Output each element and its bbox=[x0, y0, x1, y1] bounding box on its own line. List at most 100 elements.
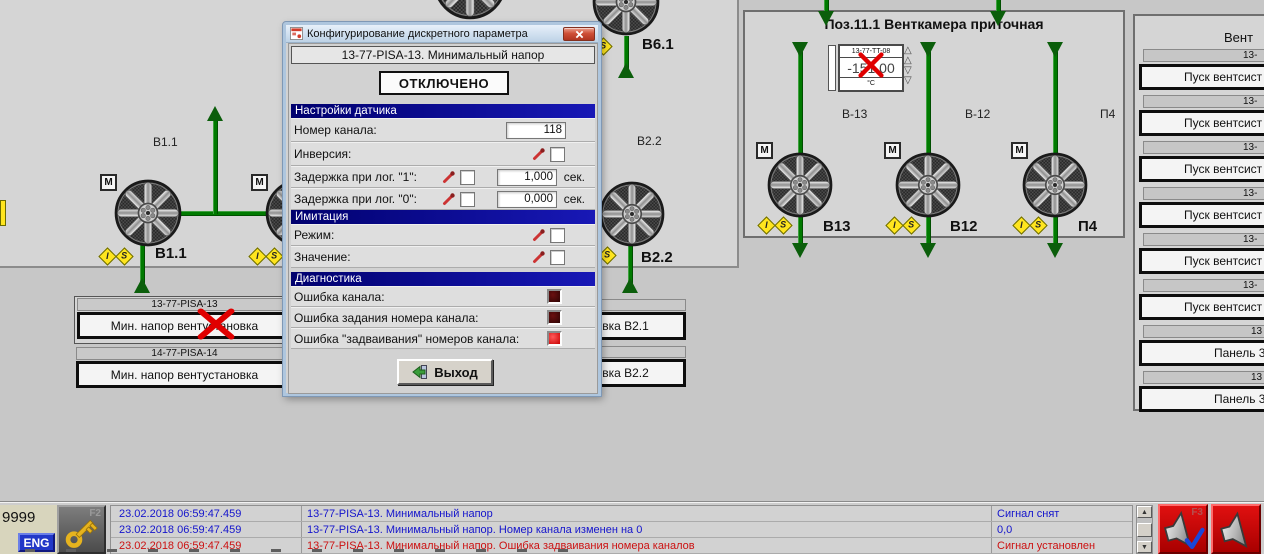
button-label: Пуск вентсист bbox=[1184, 116, 1262, 130]
fan-label-v13: В13 bbox=[823, 218, 851, 235]
close-button[interactable] bbox=[563, 27, 595, 41]
edit-tool-icon[interactable] bbox=[442, 192, 456, 206]
start-ventsystem-button[interactable]: Пуск вентсист bbox=[1139, 156, 1264, 182]
key-access-button[interactable]: F2 bbox=[57, 505, 106, 554]
channel-assignment-error-label: Ошибка задания номера канала: bbox=[294, 311, 547, 325]
flow-arrow-up-icon bbox=[618, 63, 634, 78]
start-ventsystem-button[interactable]: Пуск вентсист bbox=[1139, 202, 1264, 228]
channel-number-row: Номер канала: bbox=[291, 118, 595, 142]
channel-number-input[interactable] bbox=[506, 122, 566, 139]
mode-checkbox[interactable] bbox=[550, 228, 565, 243]
pisa-b22-button-label: вка B2.2 bbox=[602, 366, 649, 380]
exit-icon bbox=[412, 364, 428, 380]
fan-label-p4: П4 bbox=[1078, 218, 1097, 235]
fan-b1-1[interactable] bbox=[114, 179, 182, 247]
signal-indicator[interactable]: S bbox=[598, 246, 616, 264]
motor-box[interactable]: M bbox=[251, 174, 268, 191]
flow-arrow-up-icon bbox=[207, 106, 223, 121]
event-log-row[interactable]: 23.02.2018 06:59:47.459 13-77-PISA-13. М… bbox=[111, 506, 1132, 522]
pisa-14-group: 14-77-PISA-14 Мин. напор вентустановка bbox=[76, 347, 295, 389]
motor-label: M bbox=[255, 177, 263, 188]
scroll-down-button[interactable]: ▼ bbox=[1137, 541, 1152, 553]
fan-v12[interactable] bbox=[895, 152, 961, 218]
delay-log1-label: Задержка при лог. "1": bbox=[294, 170, 442, 184]
alarm-mute-button[interactable] bbox=[1211, 504, 1261, 554]
alarm-ack-button[interactable]: F3 bbox=[1158, 504, 1208, 554]
vent-group-tag: 13- bbox=[1243, 96, 1257, 107]
channel-assignment-error-led bbox=[547, 310, 562, 325]
indicator-letter: I bbox=[106, 252, 109, 261]
start-ventsystem-button[interactable]: Пуск вентсист bbox=[1139, 64, 1264, 90]
event-time: 23.02.2018 06:59:47.459 bbox=[119, 524, 241, 536]
pisa-13-button-label: Мин. напор вентустановка bbox=[111, 319, 258, 333]
event-log-scrollbar: ▲ ▼ bbox=[1136, 505, 1153, 554]
exit-button[interactable]: Выход bbox=[397, 359, 493, 385]
edit-tool-icon[interactable] bbox=[442, 170, 456, 184]
fan-b6-1[interactable] bbox=[592, 0, 660, 36]
state-button[interactable]: ОТКЛЮЧЕНО bbox=[379, 71, 509, 95]
fan-top-cut[interactable] bbox=[433, 0, 507, 20]
exit-button-label: Выход bbox=[434, 365, 477, 380]
delay-log0-input[interactable] bbox=[497, 191, 557, 208]
value-checkbox[interactable] bbox=[550, 250, 565, 265]
vent-systems-title: Вент bbox=[1224, 30, 1253, 45]
event-log: 23.02.2018 06:59:47.459 13-77-PISA-13. М… bbox=[110, 505, 1133, 554]
delay-log0-checkbox[interactable] bbox=[460, 192, 475, 207]
pisa-14-button[interactable]: Мин. напор вентустановка bbox=[76, 361, 293, 388]
start-ventsystem-button[interactable]: Пуск вентсист bbox=[1139, 248, 1264, 274]
dialog-titlebar[interactable]: Конфигурирование дискретного параметра bbox=[286, 25, 598, 43]
interlock-indicator[interactable]: I bbox=[248, 247, 266, 265]
pipe bbox=[213, 120, 218, 214]
discrete-parameter-dialog: Конфигурирование дискретного параметра 1… bbox=[283, 22, 601, 396]
edit-tool-icon[interactable] bbox=[532, 250, 546, 264]
indicator-letter: S bbox=[600, 42, 606, 51]
indicator-letter: S bbox=[780, 221, 786, 230]
flow-arrow-up-icon bbox=[622, 278, 638, 293]
signal-indicator[interactable]: S bbox=[265, 247, 283, 265]
interlock-indicator[interactable]: I bbox=[98, 247, 116, 265]
alarm-counter: 9999 bbox=[2, 509, 35, 526]
key-icon bbox=[59, 507, 104, 552]
motor-box[interactable]: M bbox=[100, 174, 117, 191]
event-log-row[interactable]: 23.02.2018 06:59:47.459 13-77-PISA-13. М… bbox=[111, 522, 1132, 538]
button-label: Пуск вентсист bbox=[1184, 208, 1262, 222]
section-imitation: Имитация bbox=[291, 210, 595, 224]
fan-b2-2[interactable] bbox=[599, 181, 665, 247]
signal-indicator[interactable]: S bbox=[115, 247, 133, 265]
motor-label: M bbox=[104, 177, 112, 188]
fan-p4[interactable] bbox=[1022, 152, 1088, 218]
value-row: Значение: bbox=[291, 246, 595, 268]
delay-log0-label: Задержка при лог. "0": bbox=[294, 192, 442, 206]
fan-v13[interactable] bbox=[767, 152, 833, 218]
delay-log1-checkbox[interactable] bbox=[460, 170, 475, 185]
pisa-13-tag: 13-77-PISA-13 bbox=[151, 299, 217, 310]
spinner-down-icon[interactable]: ▽ bbox=[904, 76, 912, 86]
start-ventsystem-button[interactable]: Пуск вентсист bbox=[1139, 110, 1264, 136]
vent-group-tag: 13 bbox=[1251, 372, 1262, 383]
mode-row: Режим: bbox=[291, 224, 595, 246]
temperature-indicator[interactable]: 13-77-TT-08 -151.00 °C bbox=[838, 44, 904, 92]
panel-button[interactable]: Панель 3 bbox=[1139, 340, 1264, 366]
inversion-checkbox[interactable] bbox=[550, 147, 565, 162]
flow-arrow-up-icon bbox=[134, 278, 150, 293]
scroll-thumb[interactable] bbox=[1137, 523, 1152, 537]
edit-tool-icon[interactable] bbox=[532, 147, 546, 161]
scroll-up-button[interactable]: ▲ bbox=[1137, 506, 1152, 518]
indicator-letter: S bbox=[1035, 221, 1041, 230]
vent-group-tag: 13- bbox=[1243, 142, 1257, 153]
event-text: 13-77-PISA-13. Минимальный напор. Номер … bbox=[307, 524, 642, 536]
indicator-side-bar bbox=[828, 45, 836, 91]
pisa-14-header: 14-77-PISA-14 bbox=[76, 347, 293, 360]
panel-button[interactable]: Панель 3 bbox=[1139, 386, 1264, 412]
value-label: Значение: bbox=[294, 250, 532, 264]
mode-label: Режим: bbox=[294, 228, 532, 242]
delay-log1-input[interactable] bbox=[497, 169, 557, 186]
vent-systems-panel: Вент 13- Пуск вентсист 13- Пуск вентсист… bbox=[1133, 14, 1264, 411]
vent-group-header: 13 bbox=[1143, 325, 1264, 338]
edit-tool-icon[interactable] bbox=[532, 228, 546, 242]
start-ventsystem-button[interactable]: Пуск вентсист bbox=[1139, 294, 1264, 320]
vent-group-header: 13- bbox=[1143, 49, 1264, 62]
pisa-13-button[interactable]: Мин. напор вентустановка bbox=[77, 312, 292, 339]
indicator-letter: I bbox=[256, 252, 259, 261]
dialog-app-icon bbox=[290, 27, 303, 40]
